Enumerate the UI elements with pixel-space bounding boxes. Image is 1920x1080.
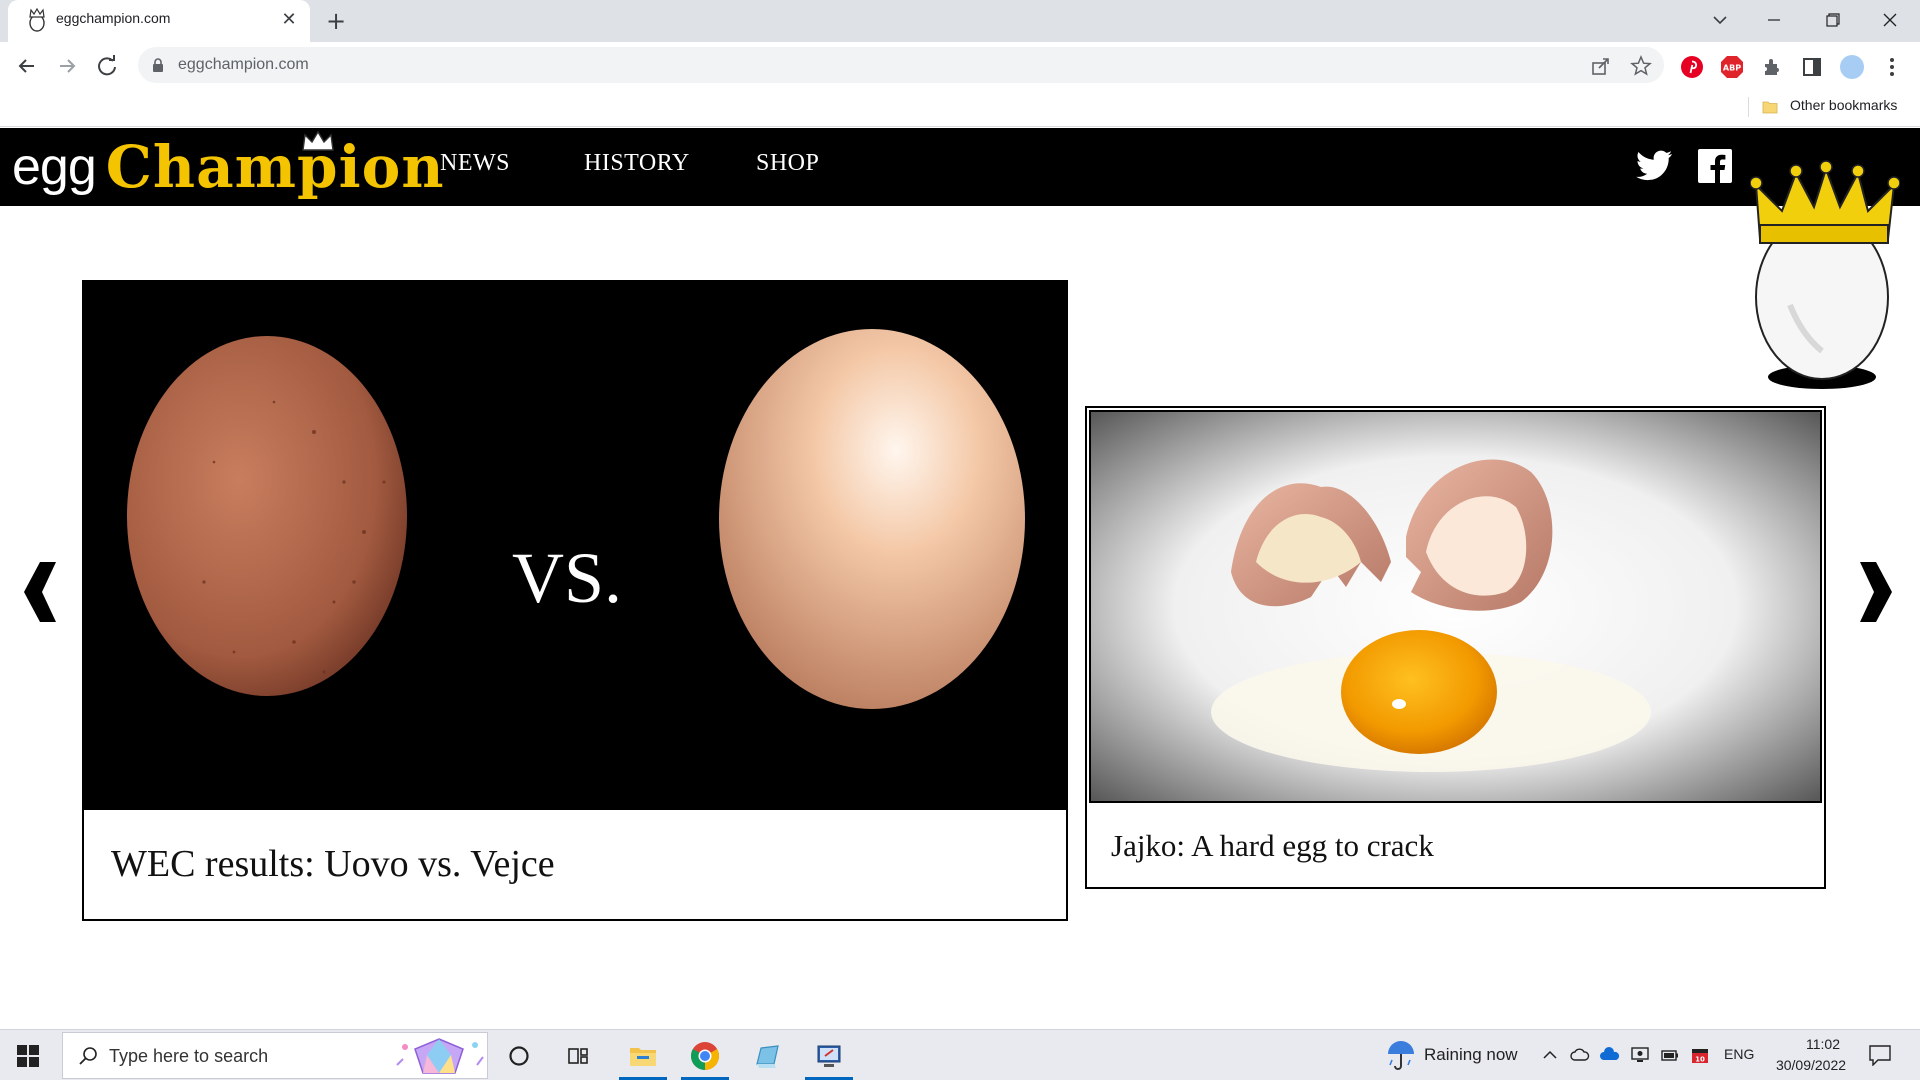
folder-icon[interactable]	[1762, 99, 1778, 115]
onedrive-cloud-icon[interactable]	[1600, 1046, 1620, 1064]
battery-icon[interactable]	[1660, 1046, 1680, 1064]
versus-text: VS.	[512, 538, 622, 618]
forward-arrow-icon[interactable]	[52, 51, 82, 81]
facebook-icon[interactable]	[1696, 148, 1734, 184]
search-placeholder[interactable]: Type here to search	[109, 1046, 268, 1067]
logo-crown-icon	[302, 130, 334, 151]
cracked-egg-illustration	[1091, 412, 1820, 801]
share-icon[interactable]	[1590, 55, 1612, 77]
browser-tab[interactable]: eggchampion.com ✕	[8, 0, 310, 42]
cloud-outline-icon[interactable]	[1570, 1046, 1590, 1064]
display-settings-icon[interactable]	[1630, 1046, 1650, 1064]
other-bookmarks-link[interactable]: Other bookmarks	[1790, 97, 1897, 113]
task-view-icon[interactable]	[563, 1040, 595, 1072]
browser-toolbar: eggchampion.com ABP	[0, 42, 1920, 89]
pinterest-extension-icon[interactable]	[1680, 55, 1704, 79]
svg-text:ABP: ABP	[1723, 64, 1741, 73]
carousel-prev-arrow-icon[interactable]	[20, 560, 64, 624]
nav-history[interactable]: HISTORY	[584, 150, 690, 177]
nav-news[interactable]: NEWS	[440, 150, 510, 177]
bookmarks-divider	[1748, 97, 1749, 117]
chrome-icon[interactable]	[689, 1040, 721, 1072]
browser-tab-strip: eggchampion.com ✕ +	[0, 0, 1920, 42]
weather-status[interactable]: Raining now	[1424, 1045, 1518, 1065]
clock-time[interactable]: 11:02	[1790, 1036, 1856, 1052]
secondary-article-card[interactable]: Jajko: A hard egg to crack	[1085, 406, 1826, 889]
eggs-versus-illustration: VS.	[84, 282, 1066, 808]
show-hidden-icons-chevron-icon[interactable]	[1540, 1046, 1560, 1064]
logo-egg-text: egg	[12, 138, 97, 196]
site-header: egg Champion NEWS HISTORY SHOP	[0, 128, 1920, 206]
minimize-icon[interactable]	[1754, 6, 1794, 34]
secondary-article-title[interactable]: Jajko: A hard egg to crack	[1111, 828, 1434, 864]
crown-egg-favicon-icon	[29, 8, 45, 32]
lock-icon[interactable]	[152, 57, 164, 73]
close-window-icon[interactable]	[1870, 6, 1910, 34]
featured-caption-box: WEC results: Uovo vs. Vejce	[84, 808, 1066, 919]
taskbar-search-box[interactable]: Type here to search	[62, 1032, 488, 1079]
back-arrow-icon[interactable]	[12, 51, 42, 81]
tab-title: eggchampion.com	[56, 10, 171, 26]
profile-avatar-icon[interactable]	[1840, 55, 1864, 79]
search-highlight-art-icon	[396, 1038, 484, 1074]
featured-article-card[interactable]: VS. WEC results: Uovo vs. Vejce	[82, 280, 1068, 921]
extensions-puzzle-icon[interactable]	[1760, 55, 1784, 79]
nav-shop[interactable]: SHOP	[756, 150, 819, 177]
tab-search-chevron-icon[interactable]	[1700, 6, 1740, 34]
bookmarks-bar: Other bookmarks	[0, 89, 1920, 127]
adblock-plus-icon[interactable]: ABP	[1720, 55, 1744, 79]
new-tab-button[interactable]: +	[322, 8, 350, 36]
tab-close-icon[interactable]: ✕	[278, 9, 300, 31]
windows-start-icon[interactable]	[16, 1044, 40, 1068]
input-language-indicator[interactable]: ENG	[1724, 1046, 1754, 1062]
remote-desktop-icon[interactable]	[813, 1040, 845, 1072]
reload-icon[interactable]	[92, 51, 122, 81]
crowned-egg-mascot	[1750, 160, 1900, 389]
featured-article-title[interactable]: WEC results: Uovo vs. Vejce	[111, 842, 555, 886]
twitter-icon[interactable]	[1636, 148, 1674, 184]
site-logo[interactable]: egg Champion	[12, 133, 445, 201]
restore-icon[interactable]	[1812, 6, 1852, 34]
rain-weather-icon[interactable]	[1384, 1038, 1418, 1072]
side-panel-icon[interactable]	[1800, 55, 1824, 79]
address-bar[interactable]: eggchampion.com	[138, 47, 1664, 83]
notes-app-icon[interactable]	[751, 1040, 783, 1072]
search-icon	[79, 1047, 97, 1065]
notifications-icon[interactable]	[1868, 1044, 1892, 1066]
cortana-icon[interactable]	[503, 1040, 535, 1072]
windows-taskbar: Type here to search Raining now 10 ENG 1…	[0, 1029, 1920, 1080]
brown-vs-white-egg-image[interactable]: VS.	[84, 282, 1066, 808]
svg-text:10: 10	[1695, 1056, 1705, 1064]
file-explorer-icon[interactable]	[627, 1040, 659, 1072]
calendar-badge-icon[interactable]: 10	[1690, 1046, 1710, 1064]
browser-menu-icon[interactable]	[1880, 55, 1904, 79]
cracked-egg-image[interactable]	[1089, 410, 1822, 803]
clock-date[interactable]: 30/09/2022	[1766, 1057, 1856, 1073]
url-text[interactable]: eggchampion.com	[178, 56, 309, 74]
bookmark-star-icon[interactable]	[1630, 55, 1652, 77]
carousel-next-arrow-icon[interactable]	[1852, 560, 1896, 624]
logo-champion-text: Champion	[105, 133, 445, 201]
